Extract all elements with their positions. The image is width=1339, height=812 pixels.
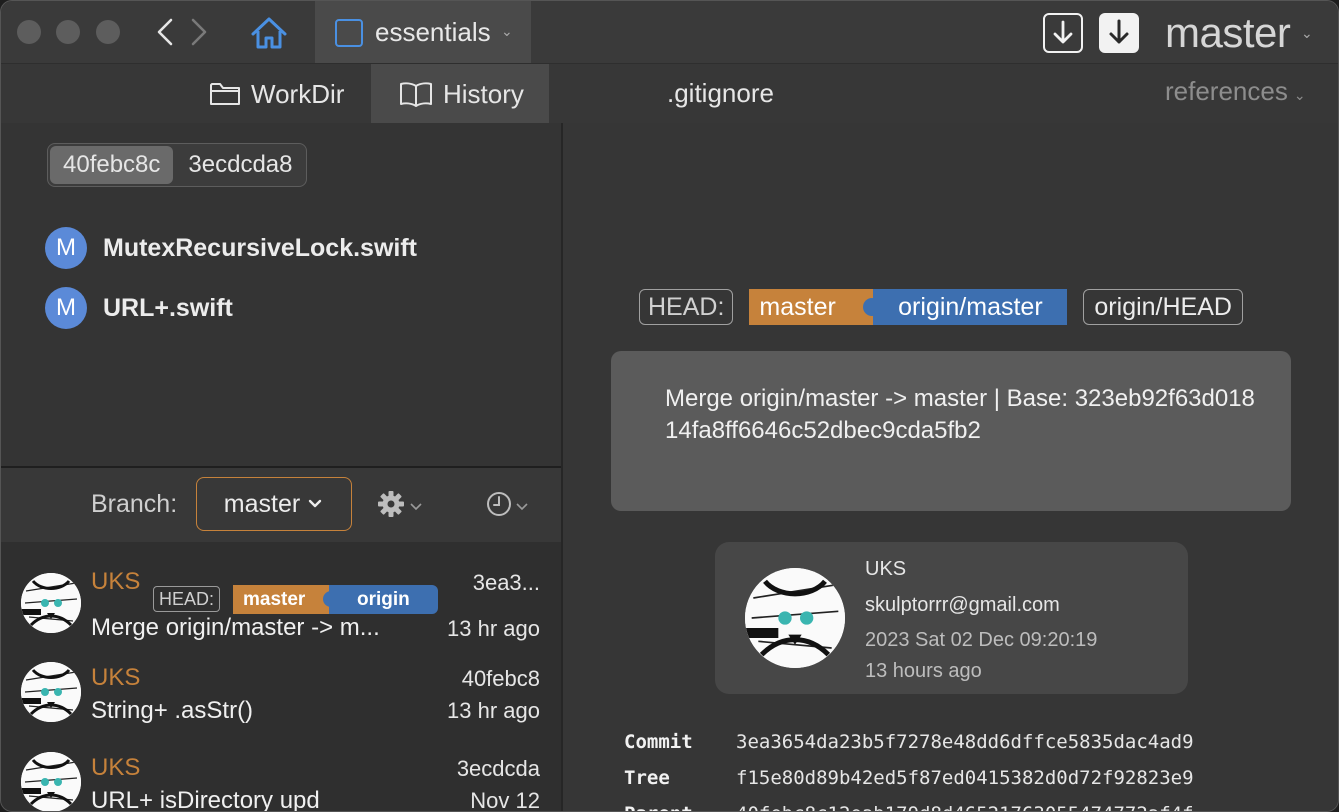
commit-refs: HEAD: master origin/master origin/HEAD [639, 289, 1243, 325]
file-name: URL+.swift [103, 293, 233, 322]
commit-row[interactable]: UKS 3ecdcda URL+ isDirectory upd Nov 12 [1, 742, 561, 812]
author-avatar [745, 568, 845, 668]
commit-hash: 40febc8 [461, 666, 540, 691]
commit-row[interactable]: UKS 40febc8 String+ .asStr() 13 hr ago [1, 652, 561, 742]
commit-time: 13 hr ago [447, 616, 540, 641]
author-name: UKS [865, 558, 907, 580]
folder-icon [210, 83, 240, 105]
branch-filter-bar: Branch: master [1, 468, 561, 542]
commit-time: 13 hr ago [447, 698, 540, 723]
remote-branch-badge: origin [329, 585, 438, 614]
commit-author: UKS [91, 568, 141, 595]
tab-history-label: History [443, 78, 524, 109]
current-branch-menu[interactable]: master [1165, 9, 1291, 57]
changed-file-item[interactable]: M URL+.swift [45, 287, 233, 329]
changed-files-pane: 40febc8c 3ecdcda8 M MutexRecursiveLock.s… [1, 123, 561, 467]
zoom-window-button[interactable] [96, 20, 120, 44]
commit-author: UKS [91, 664, 141, 691]
repo-selector[interactable]: essentials ⌄ [315, 1, 531, 63]
commit-list: UKS HEAD: master origin 3ea3... Merge or… [1, 542, 561, 812]
chevron-left-icon [157, 18, 173, 46]
commit-message: Merge origin/master -> m... [91, 614, 380, 641]
commit-hash: 3ecdcda [456, 756, 540, 781]
commit-relative-time: 13 hours ago [865, 660, 982, 682]
repo-icon [335, 19, 363, 47]
view-tab-bar: WorkDir History .gitignore references ⌄ [1, 63, 1338, 124]
repo-name: essentials [375, 17, 491, 47]
manga-avatar-image [21, 752, 81, 811]
modified-status-badge: M [45, 287, 87, 329]
changed-file-item[interactable]: M MutexRecursiveLock.swift [45, 227, 417, 269]
meta-key: Commit [624, 731, 693, 753]
tab-workdir[interactable]: WorkDir [209, 64, 344, 124]
branch-label: Branch: [91, 490, 178, 518]
home-button[interactable] [245, 12, 293, 54]
app-window: essentials ⌄ master ⌄ WorkDir History .g… [0, 0, 1339, 812]
commit-message: URL+ isDirectory upd [91, 787, 320, 812]
download-solid-icon [1109, 19, 1129, 44]
home-icon [251, 17, 287, 49]
parent-sha[interactable]: 40febc8c12eab179d8d46521763055474772af4f [736, 803, 1194, 811]
manga-avatar-image [21, 662, 81, 722]
commit-author: UKS [91, 754, 141, 781]
commit-date: 2023 Sat 02 Dec 09:20:19 [865, 629, 1098, 651]
author-avatar [21, 662, 81, 722]
minimize-window-button[interactable] [56, 20, 80, 44]
book-icon [400, 82, 432, 107]
manga-avatar-image [21, 573, 81, 633]
tab-history[interactable]: History [371, 64, 549, 124]
commit-message: String+ .asStr() [91, 697, 254, 724]
file-name: MutexRecursiveLock.swift [103, 233, 417, 262]
commit-row[interactable]: UKS HEAD: master origin 3ea3... Merge or… [1, 562, 561, 652]
references-menu[interactable]: references ⌄ [1165, 76, 1306, 107]
author-card: UKS skulptorrr@gmail.com 2023 Sat 02 Dec… [715, 542, 1188, 694]
remote-head-badge[interactable]: origin/HEAD [1083, 289, 1243, 325]
compare-segmented-control: 40febc8c 3ecdcda8 [47, 143, 307, 187]
compare-segment-2[interactable]: 3ecdcda8 [175, 144, 305, 186]
chevron-down-icon [309, 499, 322, 508]
title-bar: essentials ⌄ master ⌄ [1, 1, 1338, 63]
head-ref-badge: HEAD: [639, 289, 734, 325]
remote-branch-badge[interactable]: origin/master [873, 289, 1068, 325]
author-email[interactable]: skulptorrr@gmail.com [865, 594, 1060, 617]
gear-icon [378, 491, 422, 517]
commit-sha[interactable]: 3ea3654da23b5f7278e48dd6dffce5835dac4ad9 [736, 731, 1194, 753]
author-avatar [21, 752, 81, 811]
commit-message-text: Merge origin/master -> master | Base: 32… [665, 385, 1255, 444]
modified-status-badge: M [45, 227, 87, 269]
commit-detail-pane: HEAD: master origin/master origin/HEAD M… [563, 123, 1338, 811]
close-window-button[interactable] [17, 20, 41, 44]
chevron-down-icon: ⌄ [1293, 87, 1306, 103]
meta-key: Tree [624, 767, 670, 789]
commit-message-box: Merge origin/master -> master | Base: 32… [611, 351, 1291, 511]
clock-icon [487, 492, 528, 516]
tree-sha[interactable]: f15e80d89b42ed5f87ed0415382d0d72f92823e9 [736, 767, 1194, 789]
chevron-right-icon [191, 18, 207, 46]
head-ref-badge: HEAD: [153, 586, 221, 612]
download-outline-icon [1053, 20, 1073, 44]
branch-select[interactable]: master [196, 477, 352, 531]
references-label: references [1165, 76, 1288, 106]
back-button[interactable] [151, 15, 181, 49]
forward-button[interactable] [183, 15, 213, 49]
fetch-button[interactable] [1043, 13, 1083, 53]
meta-key: Parent 0 [624, 803, 693, 811]
author-avatar [21, 573, 81, 633]
manga-avatar-image [745, 568, 845, 668]
chevron-down-icon: ⌄ [1301, 25, 1313, 41]
commit-time: Nov 12 [470, 788, 540, 812]
settings-menu[interactable] [377, 490, 425, 525]
commit-hash: 3ea3... [472, 570, 540, 595]
chevron-down-icon: ⌄ [501, 23, 513, 39]
local-branch-badge: master [233, 585, 337, 614]
local-branch-badge[interactable]: master [749, 289, 874, 325]
branch-select-value: master [223, 489, 301, 518]
compare-segment-1[interactable]: 40febc8c [50, 146, 174, 184]
file-tab-gitignore[interactable]: .gitignore [667, 78, 774, 109]
pull-button[interactable] [1099, 13, 1139, 53]
tab-workdir-label: WorkDir [251, 78, 345, 109]
history-time-menu[interactable] [485, 490, 533, 525]
